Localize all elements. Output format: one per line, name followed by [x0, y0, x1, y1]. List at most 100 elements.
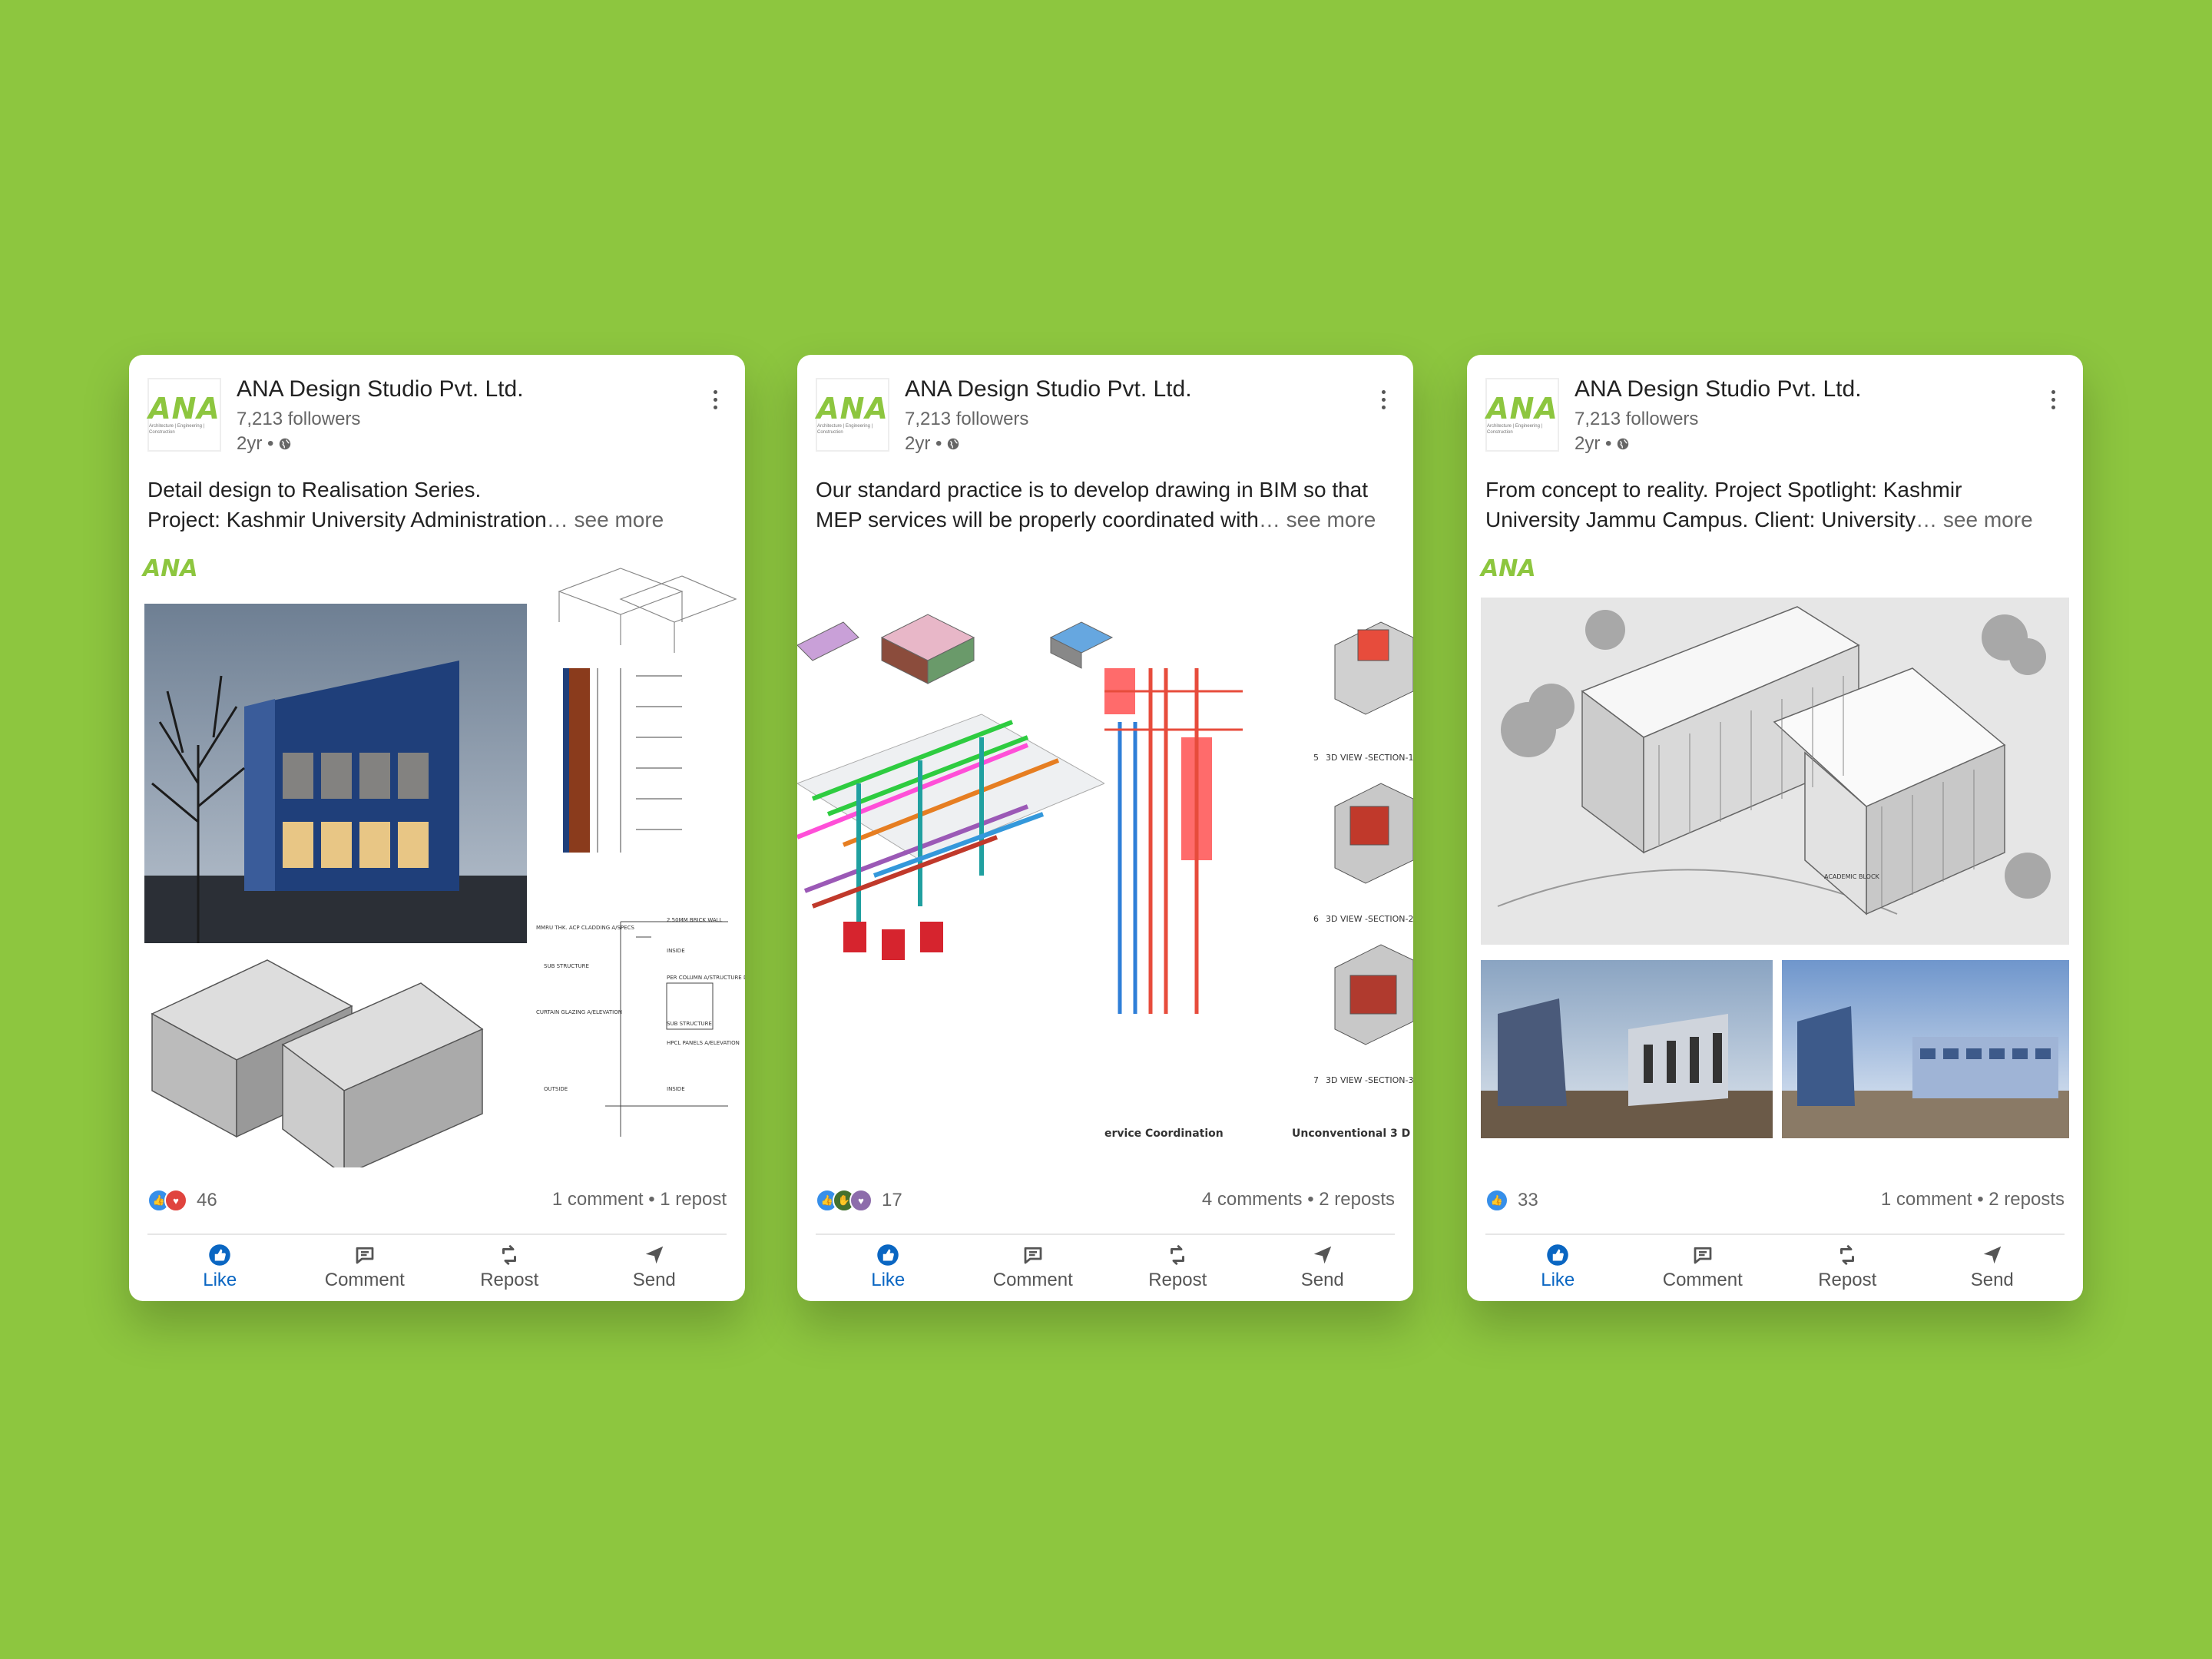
comment-button[interactable]: Comment [293, 1238, 438, 1296]
post-text-line-2: University Jammu Campus. Client: Univers… [1485, 508, 1916, 531]
like-label: Like [871, 1270, 906, 1290]
like-icon [1547, 1244, 1568, 1266]
company-logo[interactable]: ANA Architecture | Engineering | Constru… [816, 378, 889, 452]
post-text: Our standard practice is to develop draw… [816, 475, 1395, 535]
svg-text:OUTSIDE: OUTSIDE [544, 1086, 568, 1092]
image-logo: ANA [141, 555, 198, 582]
post-age-text: 2yr • [905, 433, 942, 454]
like-button[interactable]: Like [147, 1238, 293, 1296]
post-age-text: 2yr • [237, 433, 274, 454]
globe-icon [948, 438, 959, 450]
logo-wordmark: ANA [148, 392, 220, 426]
comment-repost-stats[interactable]: 4 comments • 2 reposts [1202, 1189, 1395, 1210]
post-text-line-1: From concept to reality. Project Spotlig… [1485, 478, 1962, 502]
comment-button[interactable]: Comment [961, 1238, 1106, 1296]
svg-text:MMRU THK. ACP CLADDING A/SPECS: MMRU THK. ACP CLADDING A/SPECS [536, 925, 634, 931]
logo-wordmark: ANA [816, 392, 889, 426]
reactions[interactable]: 👍 ✋ ♥ 17 [816, 1189, 902, 1212]
send-label: Send [632, 1270, 676, 1290]
social-counts: 👍 ✋ ♥ 17 4 comments • 2 reposts [816, 1184, 1395, 1215]
repost-label: Repost [1148, 1270, 1207, 1290]
svg-text:SUB STRUCTURE: SUB STRUCTURE [667, 1021, 712, 1027]
repost-icon [502, 1245, 517, 1265]
comment-icon [356, 1247, 374, 1264]
repost-label: Repost [480, 1270, 539, 1290]
svg-text:3D VIEW -SECTION-1-LB-2: 3D VIEW -SECTION-1-LB-2 [1326, 753, 1413, 763]
more-vert-icon[interactable] [704, 384, 727, 415]
comment-label: Comment [992, 1270, 1073, 1290]
follower-count: 7,213 followers [1575, 409, 1699, 429]
reaction-count: 33 [1518, 1190, 1538, 1210]
reactions[interactable]: 👍 33 [1485, 1189, 1538, 1212]
like-icon [209, 1244, 230, 1266]
like-button[interactable]: Like [816, 1238, 961, 1296]
post-text: From concept to reality. Project Spotlig… [1485, 475, 2065, 535]
post-header: ANA Architecture | Engineering | Constru… [816, 373, 1395, 458]
svg-text:Unconventional 3 D: Unconventional 3 D [1292, 1128, 1410, 1140]
action-bar: Like Comment Repost Send [147, 1238, 727, 1296]
svg-text:3D VIEW -SECTION-3-LB-: 3D VIEW -SECTION-3-LB- [1326, 1075, 1413, 1085]
svg-text:HPCL PANELS A/ELEVATION: HPCL PANELS A/ELEVATION [667, 1040, 740, 1046]
svg-text:5: 5 [1313, 753, 1319, 763]
comment-label: Comment [1662, 1270, 1743, 1290]
follower-count: 7,213 followers [905, 409, 1029, 429]
svg-text:PER COLUMN A/STRUCTURE DETAIL: PER COLUMN A/STRUCTURE DETAIL [667, 975, 745, 981]
social-counts: 👍 33 1 comment • 2 reposts [1485, 1184, 2065, 1215]
post-text-line-1: Detail design to Realisation Series. [147, 478, 482, 502]
repost-icon [1171, 1245, 1185, 1265]
image-logo: ANA [1479, 555, 1536, 582]
company-name[interactable]: ANA Design Studio Pvt. Ltd. [237, 376, 524, 402]
more-vert-icon[interactable] [2041, 384, 2065, 415]
repost-button[interactable]: Repost [1775, 1238, 1920, 1296]
comment-icon [1694, 1247, 1712, 1264]
svg-text:INSIDE: INSIDE [667, 948, 685, 954]
logo-tagline: Architecture | Engineering | Constructio… [817, 424, 873, 435]
svg-text:ACADEMIC BLOCK: ACADEMIC BLOCK [1824, 873, 1880, 880]
send-button[interactable]: Send [1250, 1238, 1396, 1296]
like-button[interactable]: Like [1485, 1238, 1631, 1296]
svg-text:3D VIEW -SECTION-2-LB-: 3D VIEW -SECTION-2-LB- [1326, 914, 1413, 924]
logo-tagline: Architecture | Engineering | Constructio… [1487, 424, 1543, 435]
see-more-link[interactable]: … see more [547, 508, 664, 531]
repost-button[interactable]: Repost [437, 1238, 582, 1296]
comment-button[interactable]: Comment [1631, 1238, 1776, 1296]
love-reaction-icon: ♥ [164, 1189, 187, 1212]
send-button[interactable]: Send [1920, 1238, 2065, 1296]
comment-label: Comment [324, 1270, 405, 1290]
logo-wordmark: ANA [1486, 392, 1558, 426]
post-age: 2yr • [1575, 433, 1630, 455]
divider [147, 1233, 727, 1235]
company-name[interactable]: ANA Design Studio Pvt. Ltd. [1575, 376, 1862, 402]
reactions[interactable]: 👍 ♥ 46 [147, 1189, 217, 1212]
repost-button[interactable]: Repost [1105, 1238, 1250, 1296]
company-logo[interactable]: ANA Architecture | Engineering | Constru… [1485, 378, 1559, 452]
post-card-3: ANA Architecture | Engineering | Constru… [1467, 355, 2083, 1301]
comment-repost-stats[interactable]: 1 comment • 1 repost [552, 1189, 727, 1210]
post-card-2: ANA Architecture | Engineering | Constru… [797, 355, 1413, 1301]
architecture-collage-image: ANA MMRU THK. ACP CLADDING A/SPECS SUB S… [141, 555, 745, 1177]
like-icon [877, 1244, 899, 1266]
action-bar: Like Comment Repost Send [1485, 1238, 2065, 1296]
post-text-line-1: Our standard practice is to develop draw… [816, 478, 1369, 502]
company-name[interactable]: ANA Design Studio Pvt. Ltd. [905, 376, 1192, 402]
reaction-count: 17 [882, 1190, 902, 1210]
comment-icon [1024, 1247, 1042, 1264]
more-vert-icon[interactable] [1372, 384, 1395, 415]
post-header: ANA Architecture | Engineering | Constru… [1485, 373, 2065, 458]
like-reaction-icon: 👍 [1485, 1189, 1508, 1212]
comment-repost-stats[interactable]: 1 comment • 2 reposts [1881, 1189, 2065, 1210]
divider [1485, 1233, 2065, 1235]
social-counts: 👍 ♥ 46 1 comment • 1 repost [147, 1184, 727, 1215]
send-button[interactable]: Send [582, 1238, 727, 1296]
company-logo[interactable]: ANA Architecture | Engineering | Constru… [147, 378, 221, 452]
svg-text:INSIDE: INSIDE [667, 1086, 685, 1092]
post-text: Detail design to Realisation Series. Pro… [147, 475, 727, 535]
send-icon [645, 1246, 663, 1264]
svg-text:7: 7 [1313, 1075, 1319, 1085]
divider [816, 1233, 1395, 1235]
send-label: Send [1300, 1270, 1344, 1290]
see-more-link[interactable]: … see more [1259, 508, 1376, 531]
action-bar: Like Comment Repost Send [816, 1238, 1395, 1296]
post-age: 2yr • [905, 433, 960, 455]
see-more-link[interactable]: … see more [1916, 508, 2033, 531]
